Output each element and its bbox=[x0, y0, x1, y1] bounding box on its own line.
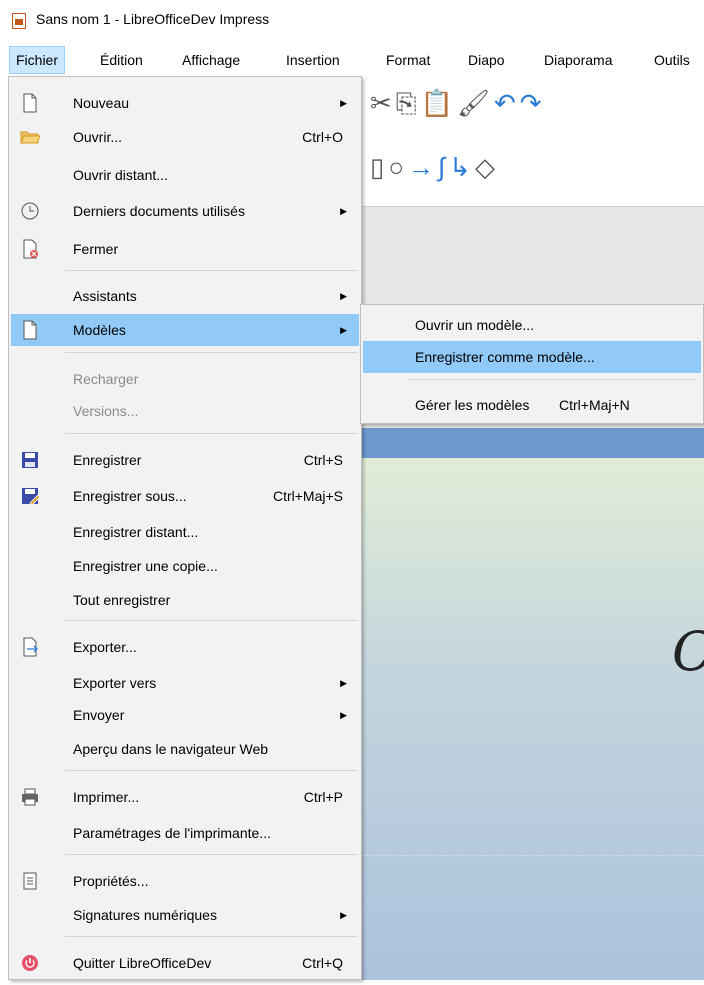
title-bar: Sans nom 1 - LibreOfficeDev Impress bbox=[0, 0, 704, 40]
menu-separator bbox=[65, 620, 357, 621]
clone-formatting-icon[interactable]: 🖌 bbox=[457, 88, 494, 118]
menu-outils[interactable]: Outils bbox=[648, 46, 696, 74]
slide-canvas[interactable] bbox=[360, 458, 704, 980]
menu-separator bbox=[65, 352, 357, 353]
printer-icon bbox=[19, 786, 41, 808]
menu-item-ouvrir[interactable]: Ouvrir... Ctrl+O bbox=[11, 121, 359, 153]
menu-fichier[interactable]: Fichier bbox=[9, 46, 66, 74]
menu-item-exporter-vers[interactable]: Exporter vers ▶ bbox=[11, 667, 359, 699]
menu-item-versions[interactable]: Versions... bbox=[11, 395, 359, 427]
templates-submenu: Ouvrir un modèle... Enregistrer comme mo… bbox=[360, 304, 704, 424]
open-folder-icon bbox=[19, 126, 41, 148]
menu-item-modeles[interactable]: Modèles ▶ bbox=[11, 314, 359, 346]
save-as-icon bbox=[19, 485, 41, 507]
menu-separator bbox=[65, 936, 357, 937]
ellipse-icon[interactable]: ○ bbox=[388, 152, 408, 182]
properties-icon bbox=[19, 870, 41, 892]
menu-item-recharger[interactable]: Recharger bbox=[11, 363, 359, 395]
templates-icon bbox=[19, 319, 41, 341]
impress-app-icon bbox=[12, 13, 26, 29]
paste-icon[interactable]: 📋 bbox=[421, 88, 457, 118]
menu-item-proprietes[interactable]: Propriétés... bbox=[11, 865, 359, 897]
menu-separator bbox=[65, 433, 357, 434]
submenu-arrow-icon: ▶ bbox=[340, 206, 347, 216]
menu-diaporama[interactable]: Diaporama bbox=[538, 46, 618, 74]
save-icon bbox=[19, 449, 41, 471]
line-arrow-icon[interactable]: → bbox=[408, 152, 438, 182]
menu-bar: Fichier Édition Affichage Insertion Form… bbox=[0, 46, 704, 74]
menu-affichage[interactable]: Affichage bbox=[176, 46, 246, 74]
menu-item-tout-enregistrer[interactable]: Tout enregistrer bbox=[11, 584, 359, 616]
menu-separator bbox=[65, 270, 357, 271]
slide-header-band bbox=[360, 428, 704, 458]
submenu-item-ouvrir-modele[interactable]: Ouvrir un modèle... bbox=[363, 309, 701, 341]
recent-clock-icon bbox=[19, 200, 41, 222]
rectangle-icon[interactable]: ▯ bbox=[370, 152, 388, 182]
submenu-arrow-icon: ▶ bbox=[340, 98, 347, 108]
menu-item-fermer[interactable]: Fermer bbox=[11, 233, 359, 265]
slide-title-glyph: C bbox=[672, 620, 704, 683]
menu-item-parametrages-imprimante[interactable]: Paramétrages de l'imprimante... bbox=[11, 817, 359, 849]
menu-item-envoyer[interactable]: Envoyer ▶ bbox=[11, 699, 359, 731]
menu-edition[interactable]: Édition bbox=[94, 46, 149, 74]
menu-separator bbox=[65, 854, 357, 855]
new-document-icon bbox=[19, 92, 41, 114]
submenu-arrow-icon: ▶ bbox=[340, 910, 347, 920]
redo-icon[interactable]: ↷ bbox=[520, 88, 546, 118]
diamond-shape-icon[interactable]: ◇ bbox=[475, 152, 499, 182]
menu-item-enregistrer-distant[interactable]: Enregistrer distant... bbox=[11, 516, 359, 548]
slide-placeholder-border bbox=[360, 855, 704, 856]
close-document-icon bbox=[19, 238, 41, 260]
power-icon bbox=[19, 952, 41, 974]
submenu-item-enregistrer-modele[interactable]: Enregistrer comme modèle... bbox=[363, 341, 701, 373]
menu-item-quitter[interactable]: Quitter LibreOfficeDev Ctrl+Q bbox=[11, 947, 359, 979]
export-icon bbox=[19, 636, 41, 658]
menu-insertion[interactable]: Insertion bbox=[280, 46, 346, 74]
undo-icon[interactable]: ↶ bbox=[494, 88, 520, 118]
menu-item-apercu-web[interactable]: Aperçu dans le navigateur Web bbox=[11, 733, 359, 765]
menu-separator bbox=[407, 379, 697, 380]
menu-item-enregistrer[interactable]: Enregistrer Ctrl+S bbox=[11, 444, 359, 476]
standard-toolbar: ✂⎘📋🖌↶↷ bbox=[370, 88, 546, 120]
menu-item-enregistrer-sous[interactable]: Enregistrer sous... Ctrl+Maj+S bbox=[11, 480, 359, 512]
submenu-item-gerer-modeles[interactable]: Gérer les modèles Ctrl+Maj+N bbox=[363, 389, 701, 421]
curve-icon[interactable]: ∫ bbox=[438, 152, 449, 182]
menu-item-assistants[interactable]: Assistants ▶ bbox=[11, 280, 359, 312]
connector-icon[interactable]: ↳ bbox=[449, 152, 475, 182]
menu-item-derniers-documents[interactable]: Derniers documents utilisés ▶ bbox=[11, 195, 359, 227]
menu-item-signatures[interactable]: Signatures numériques ▶ bbox=[11, 899, 359, 931]
menu-diapo[interactable]: Diapo bbox=[462, 46, 511, 74]
menu-item-ouvrir-distant[interactable]: Ouvrir distant... bbox=[11, 159, 359, 191]
submenu-arrow-icon: ▶ bbox=[340, 325, 347, 335]
menu-item-imprimer[interactable]: Imprimer... Ctrl+P bbox=[11, 781, 359, 813]
cut-icon[interactable]: ✂ bbox=[370, 88, 396, 118]
menu-item-enregistrer-copie[interactable]: Enregistrer une copie... bbox=[11, 550, 359, 582]
menu-separator bbox=[65, 770, 357, 771]
menu-item-nouveau[interactable]: Nouveau ▶ bbox=[11, 87, 359, 119]
menu-format[interactable]: Format bbox=[380, 46, 436, 74]
menu-item-exporter[interactable]: Exporter... bbox=[11, 631, 359, 663]
submenu-arrow-icon: ▶ bbox=[340, 291, 347, 301]
submenu-arrow-icon: ▶ bbox=[340, 678, 347, 688]
window-title: Sans nom 1 - LibreOfficeDev Impress bbox=[36, 11, 270, 27]
submenu-arrow-icon: ▶ bbox=[340, 710, 347, 720]
copy-icon[interactable]: ⎘ bbox=[396, 88, 421, 118]
file-menu: Nouveau ▶ Ouvrir... Ctrl+O Ouvrir distan… bbox=[8, 76, 362, 980]
drawing-toolbar: ▯○→∫↳◇ bbox=[370, 152, 499, 183]
